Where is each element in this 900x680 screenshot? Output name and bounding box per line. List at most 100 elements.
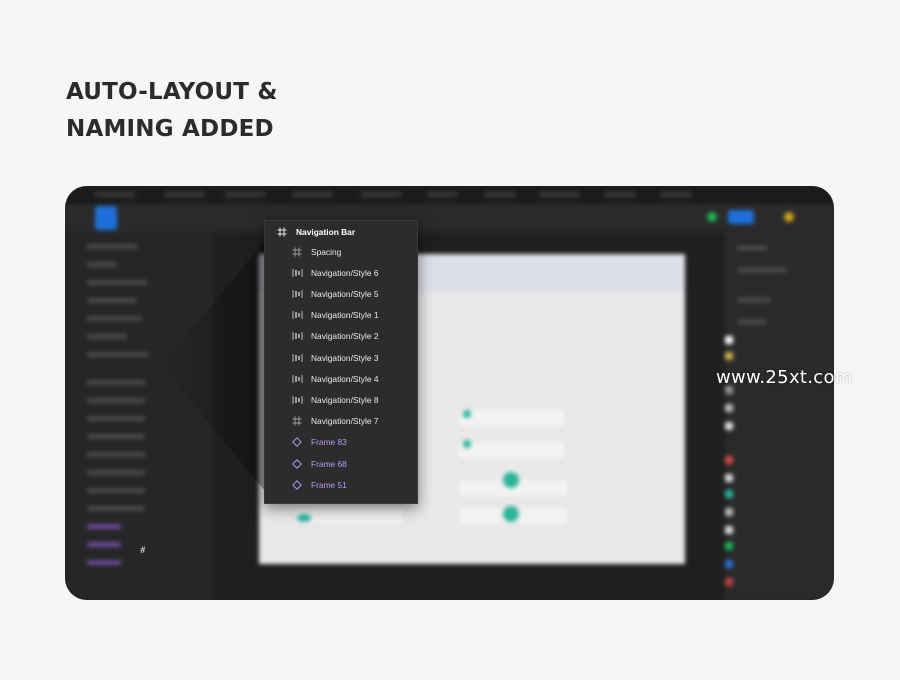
layer-label: Frame 51: [311, 479, 347, 490]
frame-hash-icon: [290, 245, 304, 259]
nav-dot: [463, 410, 471, 418]
frame-hash-icon: [290, 414, 304, 428]
list-item: [87, 470, 145, 475]
frame-hash-icon: [275, 225, 289, 239]
auto-layout-icon: [290, 393, 304, 407]
nav-dot: [503, 506, 519, 522]
list-item: [87, 434, 145, 439]
layer-row[interactable]: Frame 83: [265, 432, 417, 453]
tab-ghost: [485, 192, 515, 197]
layer-label: Navigation Bar: [296, 226, 356, 237]
layer-row[interactable]: Frame 51: [265, 474, 417, 495]
layer-label: Navigation/Style 6: [311, 267, 379, 278]
frame-hash-icon: #: [140, 546, 146, 556]
panel-line: [737, 298, 771, 302]
panel-line: [737, 320, 767, 324]
list-item: [87, 506, 145, 511]
tab-ghost: [661, 192, 691, 197]
color-swatch: [725, 542, 733, 550]
auto-layout-icon: [290, 372, 304, 386]
list-item: [87, 262, 117, 267]
color-swatch: [725, 526, 733, 534]
blurred-editor-background: [65, 186, 834, 600]
nav-dot: [463, 440, 471, 448]
color-swatch: [725, 404, 733, 412]
layer-row[interactable]: Navigation/Style 1: [265, 305, 417, 326]
color-swatch: [725, 474, 733, 482]
list-item: [87, 488, 145, 493]
list-item: [87, 560, 121, 565]
list-item: [87, 398, 145, 403]
list-item: [87, 524, 121, 529]
layer-row[interactable]: Navigation/Style 2: [265, 326, 417, 347]
list-item: [87, 416, 145, 421]
component-diamond-icon: [290, 478, 304, 492]
tab-ghost: [361, 192, 401, 197]
layer-label: Navigation/Style 8: [311, 394, 379, 405]
list-item: [87, 452, 145, 457]
share-button[interactable]: [728, 210, 754, 224]
watermark: www.25xt.com: [716, 367, 853, 388]
layer-label: Navigation/Style 5: [311, 288, 379, 299]
color-swatch: [725, 456, 733, 464]
layer-label: Spacing: [311, 246, 342, 257]
layer-row[interactable]: Navigation/Style 5: [265, 283, 417, 304]
tab-bar: [65, 186, 834, 204]
avatar: [784, 212, 794, 222]
layers-sidebar: [65, 232, 215, 600]
color-swatch: [725, 422, 733, 430]
navigation-preview: [457, 440, 567, 460]
navigation-preview: [457, 408, 567, 428]
list-item: [87, 542, 121, 547]
layers-popup: Navigation Bar Spacing Navigation/Style 6…: [264, 220, 418, 504]
layer-label: Frame 68: [311, 458, 347, 469]
layer-label: Navigation/Style 4: [311, 373, 379, 384]
tab-ghost: [293, 192, 333, 197]
tab-ghost: [605, 192, 635, 197]
nav-dot: [297, 514, 311, 522]
list-item: [87, 316, 142, 321]
auto-layout-icon: [290, 351, 304, 365]
auto-layout-icon: [290, 308, 304, 322]
color-swatch: [725, 490, 733, 498]
layer-row[interactable]: Navigation/Style 7: [265, 411, 417, 432]
tab-ghost: [427, 192, 457, 197]
list-item: [87, 244, 137, 249]
auto-layout-icon: [290, 287, 304, 301]
layer-label: Navigation/Style 3: [311, 352, 379, 363]
layer-row[interactable]: Navigation/Style 6: [265, 262, 417, 283]
tab-ghost: [539, 192, 579, 197]
toolbar: [65, 204, 834, 232]
color-swatch: [725, 352, 733, 360]
panel-line: [737, 268, 787, 272]
headline-line-1: AUTO-LAYOUT &: [66, 79, 278, 105]
panel-line: [737, 246, 767, 250]
properties-panel: [724, 232, 834, 600]
auto-layout-icon: [290, 266, 304, 280]
auto-layout-icon: [290, 329, 304, 343]
layer-label: Navigation/Style 7: [311, 416, 379, 427]
layer-row[interactable]: Navigation/Style 3: [265, 347, 417, 368]
app-window-screenshot: #: [65, 186, 834, 600]
layer-row[interactable]: Navigation/Style 4: [265, 368, 417, 389]
layer-label: Navigation/Style 2: [311, 331, 379, 342]
headline: AUTO-LAYOUT & NAMING ADDED: [66, 74, 278, 148]
tab-ghost: [225, 192, 265, 197]
avatar: [707, 212, 717, 222]
layer-row[interactable]: Frame 68: [265, 453, 417, 474]
list-item: [87, 298, 137, 303]
component-diamond-icon: [290, 435, 304, 449]
move-tool-button[interactable]: [95, 206, 117, 230]
layer-row-navigation-bar[interactable]: Navigation Bar: [265, 221, 417, 242]
layer-row[interactable]: Spacing: [265, 241, 417, 262]
color-swatch: [725, 578, 733, 586]
list-item: [87, 352, 149, 357]
component-diamond-icon: [290, 457, 304, 471]
list-item: [87, 380, 145, 385]
tab-ghost: [165, 192, 205, 197]
color-swatch: [725, 508, 733, 516]
layer-label: Navigation/Style 1: [311, 310, 379, 321]
color-swatch: [725, 336, 733, 344]
color-swatch: [725, 560, 733, 568]
layer-row[interactable]: Navigation/Style 8: [265, 389, 417, 410]
